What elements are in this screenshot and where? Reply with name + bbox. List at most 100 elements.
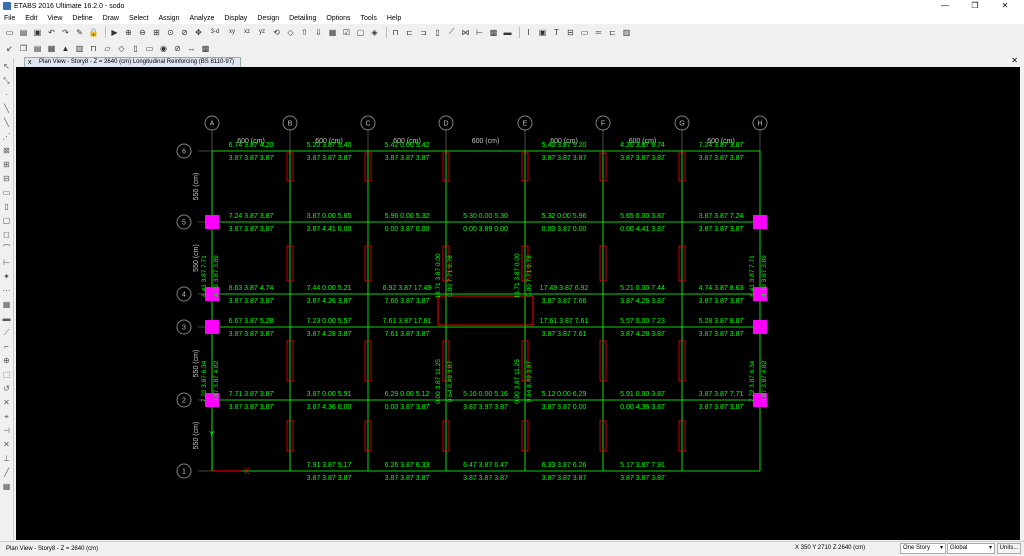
story-mode-select[interactable]: One Story	[900, 543, 946, 554]
object-fill-icon[interactable]: ◈	[369, 27, 380, 38]
move-up-icon[interactable]: ⇧	[299, 27, 310, 38]
mesh-icon[interactable]: ▩	[200, 43, 211, 54]
open-icon[interactable]: ▤	[18, 27, 29, 38]
draw-grid-icon[interactable]: ▦	[1, 299, 12, 310]
menu-display[interactable]: Display	[224, 15, 247, 22]
view-yz-button[interactable]: yz	[256, 27, 268, 38]
beam-icon[interactable]: ⊐	[418, 27, 429, 38]
run-icon[interactable]: ▶	[109, 27, 120, 38]
draw-dimension-icon[interactable]: ⊢	[1, 257, 12, 268]
view-3d-button[interactable]: 3-d	[207, 27, 223, 38]
column-icon[interactable]: ▯	[432, 27, 443, 38]
menu-file[interactable]: File	[4, 15, 15, 22]
check-icon[interactable]: T	[551, 27, 562, 38]
tab-close-icon[interactable]: x	[28, 58, 32, 67]
draw-frame-icon[interactable]: ╲	[1, 103, 12, 114]
menu-select[interactable]: Select	[129, 15, 148, 22]
save-icon[interactable]: ▣	[32, 27, 43, 38]
menu-assign[interactable]: Assign	[158, 15, 179, 22]
draw-secondary-beam-icon[interactable]: ⊞	[1, 159, 12, 170]
snap-icon[interactable]: ↙	[4, 43, 15, 54]
move-down-icon[interactable]: ⇩	[313, 27, 324, 38]
joint-icon[interactable]: ·	[1, 89, 12, 100]
load-icon[interactable]: ▥	[74, 43, 85, 54]
view-xy-button[interactable]: xy	[226, 27, 238, 38]
display-options-icon[interactable]: ☑	[341, 27, 352, 38]
undo-icon[interactable]: ↶	[46, 27, 57, 38]
draw-beam-icon[interactable]: ╲	[1, 117, 12, 128]
select-previous-icon[interactable]: ↺	[1, 383, 12, 394]
pan-icon[interactable]: ✥	[193, 27, 204, 38]
pointer-icon[interactable]: ↖	[1, 61, 12, 72]
frame-icon[interactable]: ⊓	[390, 27, 401, 38]
offset-icon[interactable]: ↔	[186, 43, 197, 54]
reinforcing-icon[interactable]: ⊟	[565, 27, 576, 38]
copy-icon[interactable]: ❐	[18, 43, 29, 54]
draw-brace-icon[interactable]: ⋰	[1, 131, 12, 142]
grid-icon[interactable]: ▩	[488, 27, 499, 38]
draw-stair-icon[interactable]: ⌐	[1, 341, 12, 352]
minimize-button[interactable]: —	[930, 0, 960, 12]
draw-tendon-icon[interactable]: ⌒	[1, 243, 12, 254]
plan-drawing[interactable]: A B C D E F G H654321600 (cm) 600 (cm) 600 (cm) 60…	[16, 67, 1020, 540]
menu-draw[interactable]: Draw	[103, 15, 119, 22]
tab-plan-view[interactable]: x Plan View - Story8 - Z = 2640 (cm) Lon…	[24, 57, 242, 67]
view-close-icon[interactable]: ✕	[1011, 56, 1018, 65]
menu-edit[interactable]: Edit	[25, 15, 37, 22]
reshape-icon[interactable]: ⤡	[1, 75, 12, 86]
maximize-button[interactable]: ❐	[960, 0, 990, 12]
redo-icon[interactable]: ↷	[60, 27, 71, 38]
rebar-icon[interactable]: ═	[593, 27, 604, 38]
wall-icon[interactable]: ⊏	[404, 27, 415, 38]
restraint-icon[interactable]: ▲	[60, 43, 71, 54]
snap-ends-icon[interactable]: ⊣	[1, 425, 12, 436]
zoom-window-icon[interactable]: ⊞	[151, 27, 162, 38]
frame-section-icon[interactable]: ⊓	[88, 43, 99, 54]
view-xz-button[interactable]: xz	[241, 27, 253, 38]
paste-icon[interactable]: ▤	[32, 43, 43, 54]
draw-ramp-icon[interactable]: ⟋	[1, 327, 12, 338]
diaphragm-icon[interactable]: ◇	[116, 43, 127, 54]
draw-load-icon[interactable]: ⊕	[1, 355, 12, 366]
draw-slab-icon[interactable]: ▬	[1, 313, 12, 324]
slab-icon[interactable]: ▬	[502, 27, 513, 38]
menu-analyze[interactable]: Analyze	[189, 15, 214, 22]
perspective-icon[interactable]: ◇	[285, 27, 296, 38]
menu-tools[interactable]: Tools	[360, 15, 376, 22]
units-button[interactable]: Units...	[997, 543, 1021, 554]
draw-section-cut-icon[interactable]: ⋯	[1, 285, 12, 296]
text-icon[interactable]: I	[523, 27, 534, 38]
rotate-icon[interactable]: ⟲	[271, 27, 282, 38]
zoom-fit-icon[interactable]: ⊙	[165, 27, 176, 38]
shrink-icon[interactable]: ▢	[355, 27, 366, 38]
zoom-prev-icon[interactable]: ⊘	[179, 27, 190, 38]
snap-fine-grid-icon[interactable]: ▦	[1, 481, 12, 492]
release-icon[interactable]: ⊘	[172, 43, 183, 54]
snap-points-icon[interactable]: ⌖	[1, 411, 12, 422]
menu-detailing[interactable]: Detailing	[289, 15, 316, 22]
menu-view[interactable]: View	[47, 15, 62, 22]
zoom-out-icon[interactable]: ⊖	[137, 27, 148, 38]
property-modifier-icon[interactable]: ◉	[158, 43, 169, 54]
clear-selection-icon[interactable]: ✕	[1, 397, 12, 408]
draw-null-area-icon[interactable]: ◻	[1, 229, 12, 240]
select-icon[interactable]: ▦	[327, 27, 338, 38]
draw-wall-icon[interactable]: ▯	[1, 201, 12, 212]
menu-define[interactable]: Define	[72, 15, 92, 22]
draw-column-icon[interactable]: ⊠	[1, 145, 12, 156]
snap-intersection-icon[interactable]: ✕	[1, 439, 12, 450]
delete-icon[interactable]: ▦	[46, 43, 57, 54]
close-button[interactable]: ✕	[990, 0, 1020, 12]
lock-icon[interactable]: 🔒	[88, 27, 99, 38]
menu-help[interactable]: Help	[387, 15, 401, 22]
design-icon[interactable]: ▣	[537, 27, 548, 38]
detailing-icon[interactable]: ▭	[579, 27, 590, 38]
pier-icon[interactable]: ▯	[130, 43, 141, 54]
coord-system-select[interactable]: Global	[947, 543, 995, 554]
snap-perpendicular-icon[interactable]: ⊥	[1, 453, 12, 464]
brace-icon[interactable]: ⟋	[446, 27, 457, 38]
plan-view-canvas[interactable]: A B C D E F G H 6 5 4 3 2 1 600 (cm) 600 (cm) 600 (cm) 60…	[16, 67, 1020, 540]
snap-lines-icon[interactable]: ╱	[1, 467, 12, 478]
section-cut-icon[interactable]: ⊏	[607, 27, 618, 38]
table-icon[interactable]: ▥	[621, 27, 632, 38]
